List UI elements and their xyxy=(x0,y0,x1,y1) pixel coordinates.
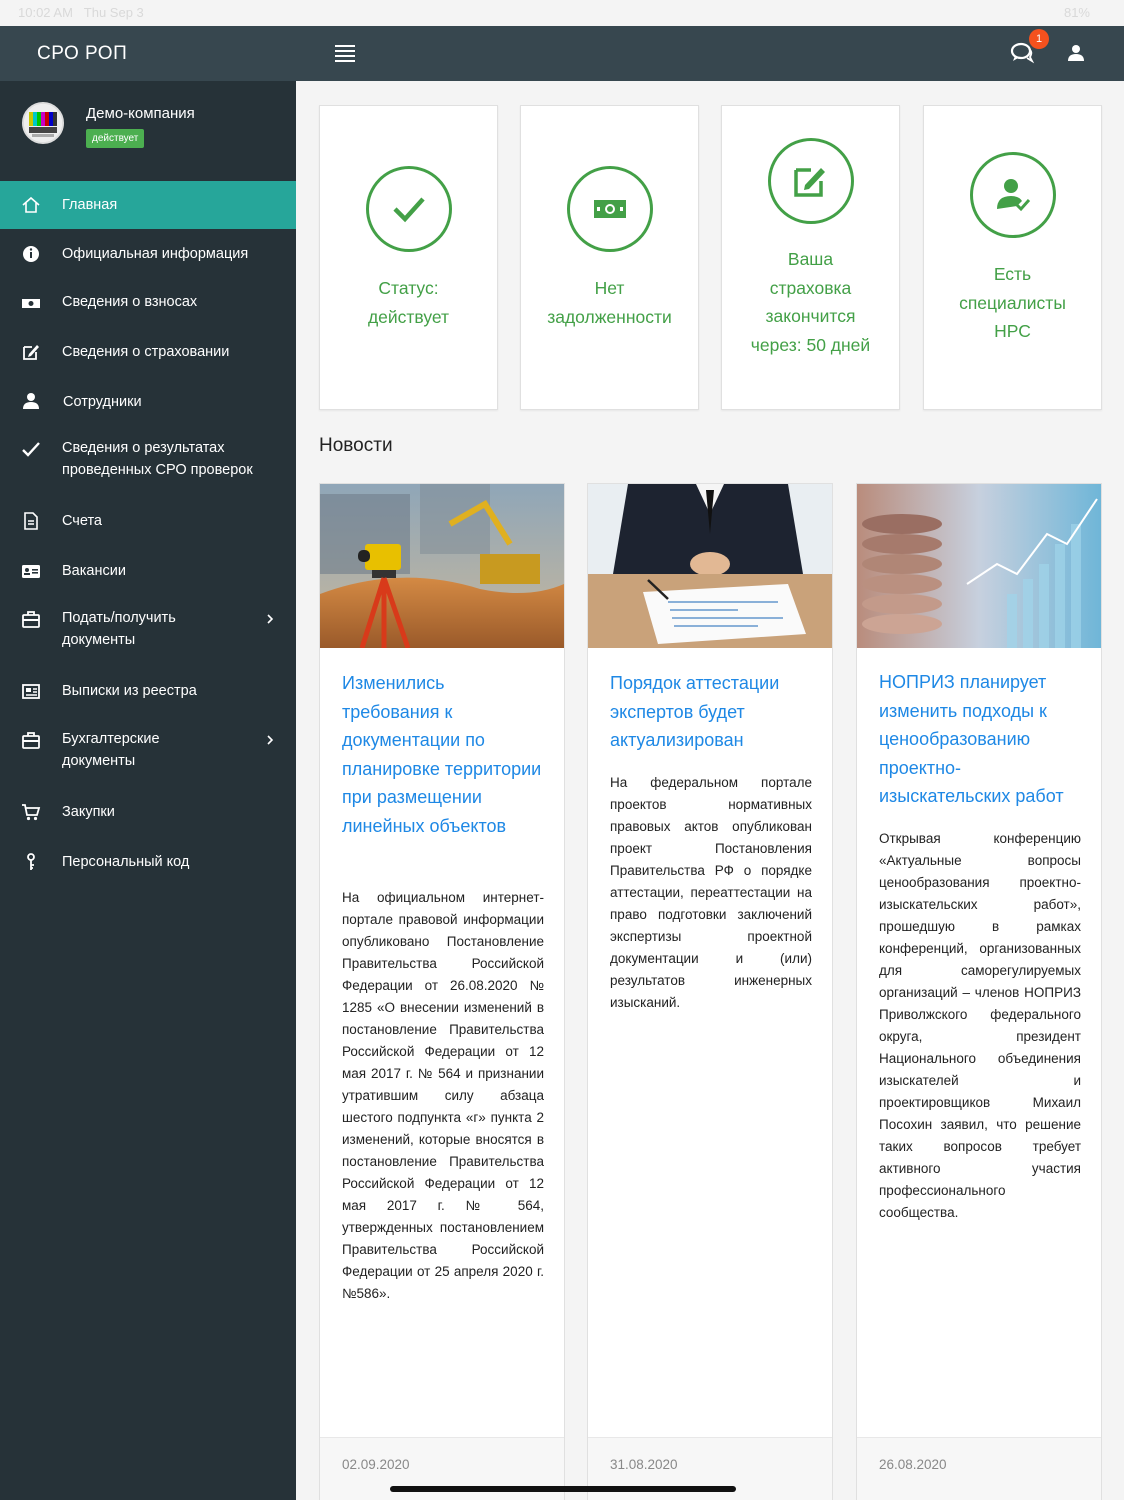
sidebar-item-label: Сотрудники xyxy=(63,394,142,410)
news-title-link[interactable]: Порядок аттестации экспертов будет актуа… xyxy=(610,669,812,755)
file-icon xyxy=(24,512,38,530)
sidebar-item-fees[interactable]: Сведения о взносах xyxy=(0,278,296,328)
briefcase-icon xyxy=(22,611,40,628)
sidebar-item-label: Вакансии xyxy=(62,563,126,579)
sidebar-item-label: Выписки из реестра xyxy=(62,683,197,699)
chevron-right-icon[interactable] xyxy=(266,734,274,746)
sidebar-item-official-info[interactable]: Официальная информация xyxy=(0,229,296,278)
battery-level: 81% xyxy=(1063,5,1090,20)
status-card-text: Есть специалисты НРС xyxy=(959,264,1066,341)
notification-badge: 1 xyxy=(1029,29,1049,49)
news-card[interactable]: Порядок аттестации экспертов будет актуа… xyxy=(587,483,833,1500)
status-card-insurance[interactable]: Ваша страховка закончится через: 50 дней xyxy=(721,105,900,410)
sidebar-item-label: Закупки xyxy=(62,804,115,820)
briefcase-icon xyxy=(22,732,40,749)
sidebar-item-purchases[interactable]: Закупки xyxy=(0,789,296,839)
sidebar-item-home[interactable]: Главная xyxy=(0,181,296,229)
company-block: Демо-компания действует xyxy=(0,81,296,181)
sidebar-item-label: Сведения о взносах xyxy=(62,294,198,310)
status-card-text: Ваша страховка закончится через: 50 дней xyxy=(750,249,871,355)
news-title-link[interactable]: Изменились требования к документации по … xyxy=(342,669,544,841)
sidebar-item-label: Главная xyxy=(62,197,118,213)
status-card-text: Нет задолженности xyxy=(547,278,672,327)
sidebar-item-label: Сведения о страховании xyxy=(62,344,230,360)
info-icon xyxy=(23,246,39,262)
newspaper-icon xyxy=(22,684,40,699)
status-circle xyxy=(970,152,1056,238)
sidebar-item-insurance[interactable]: Сведения о страховании xyxy=(0,328,296,377)
sidebar-item-employees[interactable]: Сотрудники xyxy=(0,377,296,427)
news-image-businessman[interactable] xyxy=(588,484,832,648)
news-text: Открывая конференцию «Актуальные вопросы… xyxy=(879,831,1081,1220)
sidebar-item-label: Подать/получить документы xyxy=(62,610,176,648)
status-card-text: Статус: действует xyxy=(367,278,450,327)
company-avatar xyxy=(22,102,64,144)
sidebar-item-vacancies[interactable]: Вакансии xyxy=(0,548,296,597)
news-date: 26.08.2020 xyxy=(879,1457,947,1472)
sidebar-item-invoices[interactable]: Счета xyxy=(0,498,296,548)
news-footer: 26.08.2020 xyxy=(857,1437,1101,1500)
news-card[interactable]: НОПРИЗ планирует изменить подходы к цено… xyxy=(856,483,1102,1500)
sidebar-item-label: Официальная информация xyxy=(62,246,249,262)
status-circle xyxy=(366,166,452,252)
edit-icon xyxy=(794,168,825,197)
sidebar: Демо-компания действует Главная Официаль… xyxy=(0,81,296,1500)
device-status-bar: 10:02 AM Thu Sep 3 81% xyxy=(0,0,1124,26)
check-icon xyxy=(22,442,40,457)
news-card[interactable]: Изменились требования к документации по … xyxy=(319,483,565,1500)
money-icon xyxy=(594,200,626,218)
news-image-coins-chart[interactable] xyxy=(857,484,1101,648)
key-icon xyxy=(27,853,35,870)
money-icon xyxy=(22,299,40,308)
news-heading: Новости xyxy=(319,435,393,456)
status-card-debt[interactable]: Нет задолженности xyxy=(520,105,699,410)
home-indicator[interactable] xyxy=(390,1486,736,1492)
company-status-badge: действует xyxy=(86,129,145,148)
company-name: Демо-компания xyxy=(86,105,195,122)
news-date: 02.09.2020 xyxy=(342,1457,410,1472)
sidebar-item-label: Персональный код xyxy=(62,854,190,870)
news-text: На федеральном портале проектов норматив… xyxy=(610,775,812,1010)
check-icon xyxy=(393,197,425,223)
chevron-right-icon[interactable] xyxy=(266,613,274,625)
sidebar-menu: Главная Официальная информация Сведения … xyxy=(0,181,296,889)
sidebar-item-accounting-docs[interactable]: Бухгалтерские документы xyxy=(0,718,296,789)
news-text: На официальном интернет-портале правовой… xyxy=(342,890,544,1301)
top-bar: СРО РОП 1 xyxy=(0,26,1124,81)
sidebar-item-label: Счета xyxy=(62,513,102,529)
status-time: 10:02 AM Thu Sep 3 xyxy=(18,5,144,20)
sidebar-item-submit-docs[interactable]: Подать/получить документы xyxy=(0,597,296,668)
brand-title[interactable]: СРО РОП xyxy=(0,26,296,81)
sidebar-item-label: Сведения о результатах проведенных СРО п… xyxy=(62,440,253,478)
status-card-specialists[interactable]: Есть специалисты НРС xyxy=(923,105,1102,410)
news-date: 31.08.2020 xyxy=(610,1457,678,1472)
sidebar-item-inspections[interactable]: Сведения о результатах проведенных СРО п… xyxy=(0,427,296,498)
user-check-icon xyxy=(997,179,1031,212)
status-card-status[interactable]: Статус: действует xyxy=(319,105,498,410)
users-icon xyxy=(23,393,39,409)
news-image-construction[interactable] xyxy=(320,484,564,648)
status-circle xyxy=(768,138,854,224)
sidebar-item-personal-code[interactable]: Персональный код xyxy=(0,839,296,889)
status-circle xyxy=(567,166,653,252)
edit-icon xyxy=(23,345,39,360)
menu-toggle-icon[interactable] xyxy=(335,45,355,62)
home-icon xyxy=(22,196,40,213)
sidebar-item-label: Бухгалтерские документы xyxy=(62,731,160,769)
user-icon[interactable] xyxy=(1066,43,1086,63)
id-card-icon xyxy=(22,565,40,578)
news-title-link[interactable]: НОПРИЗ планирует изменить подходы к цено… xyxy=(879,668,1081,811)
sidebar-item-registry[interactable]: Выписки из реестра xyxy=(0,668,296,718)
cart-icon xyxy=(22,804,41,821)
